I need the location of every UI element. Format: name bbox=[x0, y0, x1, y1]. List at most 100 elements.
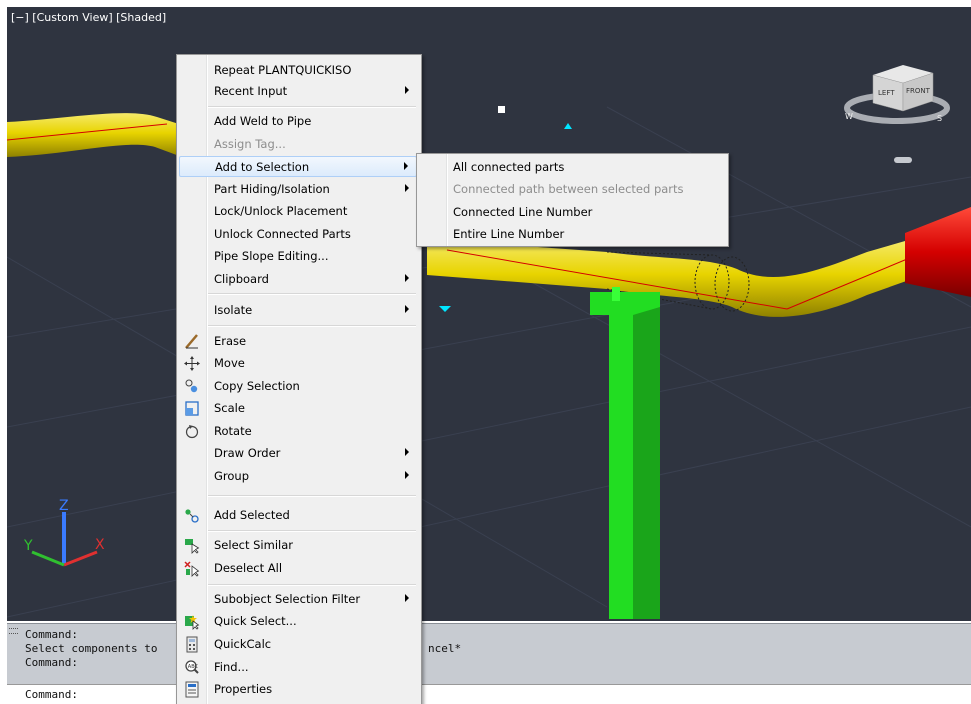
menu-separator bbox=[208, 530, 416, 532]
command-history: Command: Select components to ncel* Comm… bbox=[7, 624, 971, 680]
deselect-all-icon bbox=[184, 561, 200, 577]
submenu-item-connected-line-number[interactable]: Connected Line Number bbox=[419, 202, 724, 223]
menu-item-label: Group bbox=[214, 469, 250, 483]
ucs-y-label: Y bbox=[23, 538, 33, 554]
menu-item-label: Deselect All bbox=[214, 561, 283, 575]
menu-item-label: QuickCalc bbox=[214, 637, 272, 651]
menu-item-erase[interactable]: Erase bbox=[179, 331, 417, 352]
submenu-item-all-connected-parts[interactable]: All connected parts bbox=[419, 157, 724, 178]
menu-item-lock-unlock-placement[interactable]: Lock/Unlock Placement bbox=[179, 201, 417, 222]
menu-item-properties[interactable]: Properties bbox=[179, 679, 417, 700]
menu-item-select-similar[interactable]: Select Similar bbox=[179, 535, 417, 556]
context-menu: Repeat PLANTQUICKISO Recent Input Add We… bbox=[176, 54, 422, 704]
submenu-arrow-icon bbox=[405, 448, 409, 456]
move-icon bbox=[184, 356, 200, 371]
command-input[interactable]: Command: bbox=[7, 684, 971, 704]
drawing-viewport[interactable]: [−] [Custom View] [Shaded] LEFT FRONT W … bbox=[7, 7, 971, 621]
menu-item-label: Add Weld to Pipe bbox=[214, 114, 312, 128]
viewcube-front-label: FRONT bbox=[906, 87, 931, 95]
menu-item-label: Select Similar bbox=[214, 538, 293, 552]
rotate-icon bbox=[185, 425, 199, 439]
menu-item-repeat-plantquickiso[interactable]: Repeat PLANTQUICKISO bbox=[179, 60, 417, 81]
menu-item-label: Move bbox=[214, 356, 245, 370]
menu-separator bbox=[208, 495, 416, 497]
submenu-item-label: All connected parts bbox=[453, 160, 565, 174]
menu-item-rotate[interactable]: Rotate bbox=[179, 421, 417, 442]
menu-item-isolate[interactable]: Isolate bbox=[179, 300, 417, 321]
menu-item-pipe-slope-editing[interactable]: Pipe Slope Editing... bbox=[179, 246, 417, 267]
menu-item-label: Quick Select... bbox=[214, 614, 297, 628]
ucs-z-label: Z bbox=[59, 498, 69, 514]
submenu-item-label: Connected Line Number bbox=[453, 205, 593, 219]
submenu-arrow-icon bbox=[405, 86, 409, 94]
menu-separator bbox=[208, 293, 416, 295]
submenu-arrow-icon bbox=[405, 274, 409, 282]
menu-item-label: Subobject Selection Filter bbox=[214, 592, 361, 606]
menu-item-label: Repeat PLANTQUICKISO bbox=[214, 63, 352, 77]
submenu-item-label: Entire Line Number bbox=[453, 227, 565, 241]
menu-item-assign-tag: Assign Tag... bbox=[179, 134, 417, 155]
ucs-x-label: X bbox=[95, 537, 105, 553]
menu-item-add-to-selection[interactable]: Add to Selection bbox=[179, 156, 417, 177]
menu-item-scale[interactable]: Scale bbox=[179, 398, 417, 419]
menu-item-unlock-connected-parts[interactable]: Unlock Connected Parts bbox=[179, 224, 417, 245]
quick-select-icon bbox=[185, 615, 200, 630]
add-to-selection-submenu: All connected parts Connected path betwe… bbox=[416, 153, 729, 247]
menu-item-group[interactable]: Group bbox=[179, 466, 417, 487]
menu-separator bbox=[208, 325, 416, 327]
menu-item-part-hiding-isolation[interactable]: Part Hiding/Isolation bbox=[179, 179, 417, 200]
menu-item-find[interactable]: ABC Find... bbox=[179, 657, 417, 678]
menu-item-add-selected[interactable]: Add Selected bbox=[179, 505, 417, 526]
calculator-icon bbox=[186, 636, 198, 653]
menu-item-label: Unlock Connected Parts bbox=[214, 227, 351, 241]
menu-item-label: Draw Order bbox=[214, 446, 281, 460]
menu-item-label: Pipe Slope Editing... bbox=[214, 249, 329, 263]
menu-item-label: Scale bbox=[214, 401, 245, 415]
reducer-red[interactable] bbox=[905, 207, 971, 297]
menu-item-add-weld-to-pipe[interactable]: Add Weld to Pipe bbox=[179, 111, 417, 132]
pipe-right[interactable] bbox=[427, 239, 913, 317]
command-history-line: Command: bbox=[25, 628, 78, 641]
command-line-window[interactable]: Command: Select components to ncel* Comm… bbox=[7, 623, 971, 704]
ucs-icon: Z X Y bbox=[23, 498, 105, 567]
pipe-support-green[interactable] bbox=[590, 287, 660, 619]
menu-separator bbox=[208, 584, 416, 586]
submenu-arrow-icon bbox=[404, 162, 408, 170]
submenu-arrow-icon bbox=[405, 471, 409, 479]
viewcube-left-label: LEFT bbox=[878, 89, 895, 97]
command-history-line: Select components to bbox=[25, 642, 165, 655]
menu-item-clipboard[interactable]: Clipboard bbox=[179, 269, 417, 290]
menu-item-move[interactable]: Move bbox=[179, 353, 417, 374]
menu-item-label: Recent Input bbox=[214, 84, 288, 98]
submenu-item-label: Connected path between selected parts bbox=[453, 182, 684, 196]
menu-item-label: Isolate bbox=[214, 303, 253, 317]
menu-item-label: Copy Selection bbox=[214, 379, 300, 393]
menu-item-recent-input[interactable]: Recent Input bbox=[179, 81, 417, 102]
menu-item-subobject-selection-filter[interactable]: Subobject Selection Filter bbox=[179, 589, 417, 610]
properties-icon bbox=[185, 681, 199, 698]
autocad-plant-window: [−] [Custom View] [Shaded] LEFT FRONT W … bbox=[0, 0, 971, 704]
submenu-item-connected-path: Connected path between selected parts bbox=[419, 179, 724, 200]
submenu-item-entire-line-number[interactable]: Entire Line Number bbox=[419, 224, 724, 245]
menu-item-label: Lock/Unlock Placement bbox=[214, 204, 348, 218]
menu-item-label: Properties bbox=[214, 682, 273, 696]
menu-item-label: Add to Selection bbox=[215, 160, 310, 174]
menu-item-quick-select[interactable]: Quick Select... bbox=[179, 611, 417, 632]
menu-item-copy-selection[interactable]: Copy Selection bbox=[179, 376, 417, 397]
menu-item-deselect-all[interactable]: Deselect All bbox=[179, 558, 417, 579]
find-icon: ABC bbox=[185, 660, 199, 674]
model-scene[interactable]: LEFT FRONT W S Z X Y bbox=[7, 7, 971, 621]
menu-item-draw-order[interactable]: Draw Order bbox=[179, 443, 417, 464]
submenu-arrow-icon bbox=[405, 594, 409, 602]
scale-icon bbox=[185, 401, 199, 416]
pipe-left[interactable] bbox=[7, 113, 182, 157]
command-history-line-tail: ncel* bbox=[428, 642, 462, 655]
submenu-arrow-icon bbox=[405, 305, 409, 313]
viewcube[interactable]: LEFT FRONT W S bbox=[844, 65, 950, 124]
command-history-line: Command: bbox=[25, 656, 78, 669]
svg-text:ABC: ABC bbox=[188, 664, 199, 670]
menu-item-quickcalc[interactable]: QuickCalc bbox=[179, 634, 417, 655]
menu-item-label: Erase bbox=[214, 334, 247, 348]
viewport-controls-label[interactable]: [−] [Custom View] [Shaded] bbox=[11, 11, 166, 24]
add-selected-icon bbox=[185, 509, 199, 523]
